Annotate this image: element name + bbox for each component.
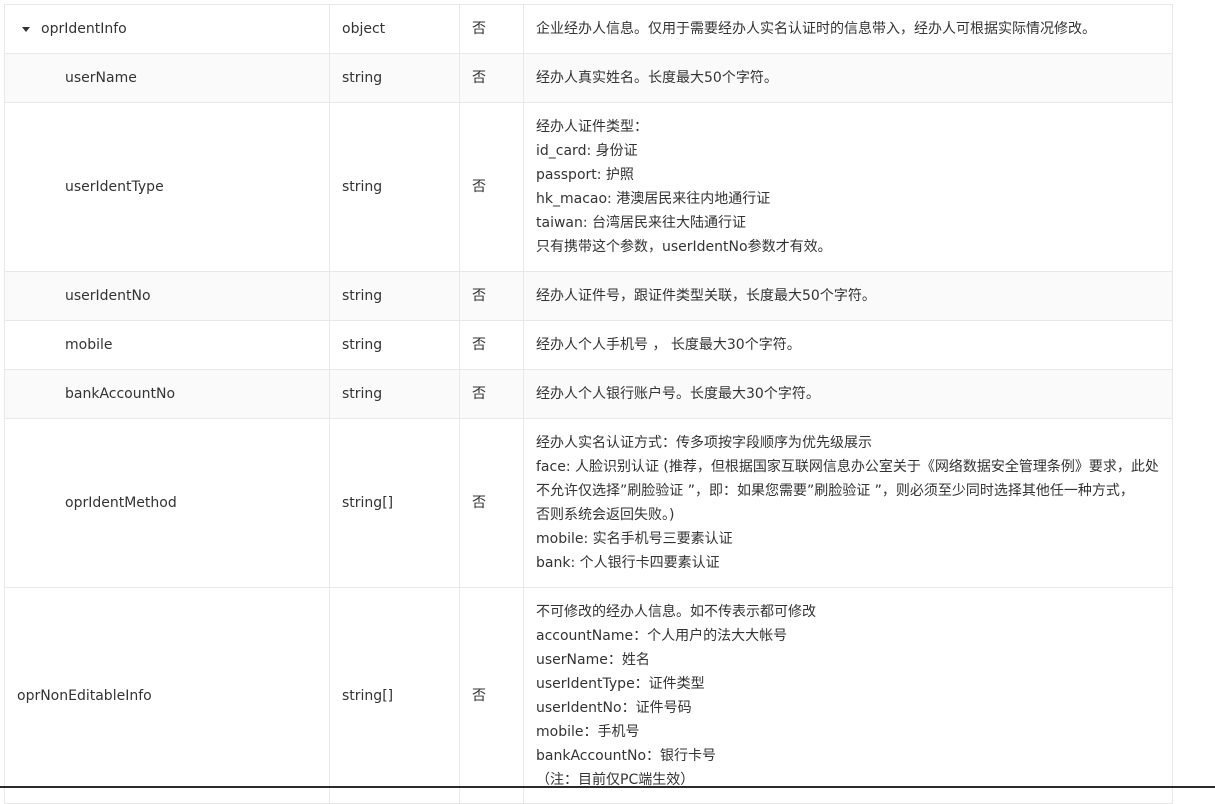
- table-row: userName string 否 经办人真实姓名。长度最大50个字符。: [4, 53, 1173, 103]
- param-type: string[]: [329, 418, 460, 588]
- desc-line: 企业经办人信息。仅用于需要经办人实名认证时的信息带入，经办人可根据实际情况修改。: [536, 21, 1096, 37]
- table-row: oprIdentInfo object 否 企业经办人信息。仅用于需要经办人实名…: [4, 4, 1173, 54]
- desc-line: face: 人脸识别认证 (推荐，但根据国家互联网信息办公室关于《网络数据安全管…: [536, 459, 1159, 475]
- desc-line: 只有携带这个参数，userIdentNo参数才有效。: [536, 239, 832, 255]
- param-name: oprIdentMethod: [4, 418, 330, 588]
- param-name: mobile: [4, 320, 330, 370]
- desc-line: id_card: 身份证: [536, 143, 638, 159]
- table-row: userIdentType string 否 经办人证件类型： id_card:…: [4, 102, 1173, 272]
- param-required: 否: [459, 53, 524, 103]
- desc-line: userIdentType：证件类型: [536, 675, 705, 692]
- param-type: string: [329, 369, 460, 419]
- param-description: 经办人个人银行账户号。长度最大30个字符。: [523, 369, 1173, 419]
- param-name-cell[interactable]: oprIdentInfo: [4, 4, 330, 54]
- table-row: mobile string 否 经办人个人手机号 ， 长度最大30个字符。: [4, 320, 1173, 370]
- caret-down-icon[interactable]: [22, 27, 30, 32]
- table-row: userIdentNo string 否 经办人证件号，跟证件类型关联，长度最大…: [4, 271, 1173, 321]
- param-description: 企业经办人信息。仅用于需要经办人实名认证时的信息带入，经办人可根据实际情况修改。: [523, 4, 1173, 54]
- desc-line: accountName：个人用户的法大大帐号: [536, 627, 788, 644]
- desc-line: userName：姓名: [536, 651, 650, 668]
- param-description: 经办人证件号，跟证件类型关联，长度最大50个字符。: [523, 271, 1173, 321]
- desc-line: mobile: 实名手机号三要素认证: [536, 531, 733, 547]
- param-required: 否: [459, 418, 524, 588]
- param-name: oprNonEditableInfo: [4, 587, 330, 804]
- param-required: 否: [459, 4, 524, 54]
- desc-line: 经办人证件号，跟证件类型关联，长度最大50个字符。: [536, 288, 876, 304]
- desc-line: taiwan: 台湾居民来往大陆通行证: [536, 215, 747, 231]
- param-name: userIdentType: [4, 102, 330, 272]
- desc-line: 否则系统会返回失败。): [536, 507, 675, 523]
- param-type: string: [329, 271, 460, 321]
- param-description: 经办人证件类型： id_card: 身份证 passport: 护照 hk_ma…: [523, 102, 1173, 272]
- params-table: oprIdentInfo object 否 企业经办人信息。仅用于需要经办人实名…: [4, 4, 1173, 804]
- table-row: oprIdentMethod string[] 否 经办人实名认证方式：传多项按…: [4, 418, 1173, 588]
- desc-line: 经办人个人银行账户号。长度最大30个字符。: [536, 386, 820, 402]
- desc-line: 经办人证件类型：: [536, 119, 648, 135]
- param-required: 否: [459, 320, 524, 370]
- param-type: string: [329, 53, 460, 103]
- param-required: 否: [459, 587, 524, 804]
- desc-line: 经办人实名认证方式：传多项按字段顺序为优先级展示: [536, 435, 872, 451]
- param-name: userName: [4, 53, 330, 103]
- param-name: bankAccountNo: [4, 369, 330, 419]
- param-type: string: [329, 320, 460, 370]
- desc-line: bankAccountNo：银行卡号: [536, 747, 717, 764]
- param-required: 否: [459, 369, 524, 419]
- param-name: userIdentNo: [4, 271, 330, 321]
- param-required: 否: [459, 102, 524, 272]
- param-description: 经办人实名认证方式：传多项按字段顺序为优先级展示 face: 人脸识别认证 (推…: [523, 418, 1173, 588]
- param-name: oprIdentInfo: [41, 21, 127, 37]
- desc-line: userIdentNo：证件号码: [536, 699, 692, 716]
- desc-line: hk_macao: 港澳居民来往内地通行证: [536, 191, 771, 207]
- table-row: oprNonEditableInfo string[] 否 不可修改的经办人信息…: [4, 587, 1173, 804]
- param-description: 经办人个人手机号 ， 长度最大30个字符。: [523, 320, 1173, 370]
- desc-line: 经办人个人手机号 ， 长度最大30个字符。: [536, 337, 801, 353]
- desc-line: 不可修改的经办人信息。如不传表示都可修改: [536, 603, 816, 620]
- param-required: 否: [459, 271, 524, 321]
- param-description: 不可修改的经办人信息。如不传表示都可修改 accountName：个人用户的法大…: [523, 587, 1173, 804]
- window-bottom-border: [0, 786, 1215, 788]
- param-type: object: [329, 4, 460, 54]
- desc-line: bank: 个人银行卡四要素认证: [536, 555, 720, 571]
- desc-line: mobile：手机号: [536, 723, 640, 740]
- table-row: bankAccountNo string 否 经办人个人银行账户号。长度最大30…: [4, 369, 1173, 419]
- desc-line: 不允许仅选择”刷脸验证 ”，即：如果您需要”刷脸验证 ”，则必须至少同时选择其他…: [536, 483, 1134, 499]
- param-description: 经办人真实姓名。长度最大50个字符。: [523, 53, 1173, 103]
- param-type: string[]: [329, 587, 460, 804]
- param-type: string: [329, 102, 460, 272]
- desc-line: 经办人真实姓名。长度最大50个字符。: [536, 70, 778, 86]
- desc-line: passport: 护照: [536, 167, 634, 183]
